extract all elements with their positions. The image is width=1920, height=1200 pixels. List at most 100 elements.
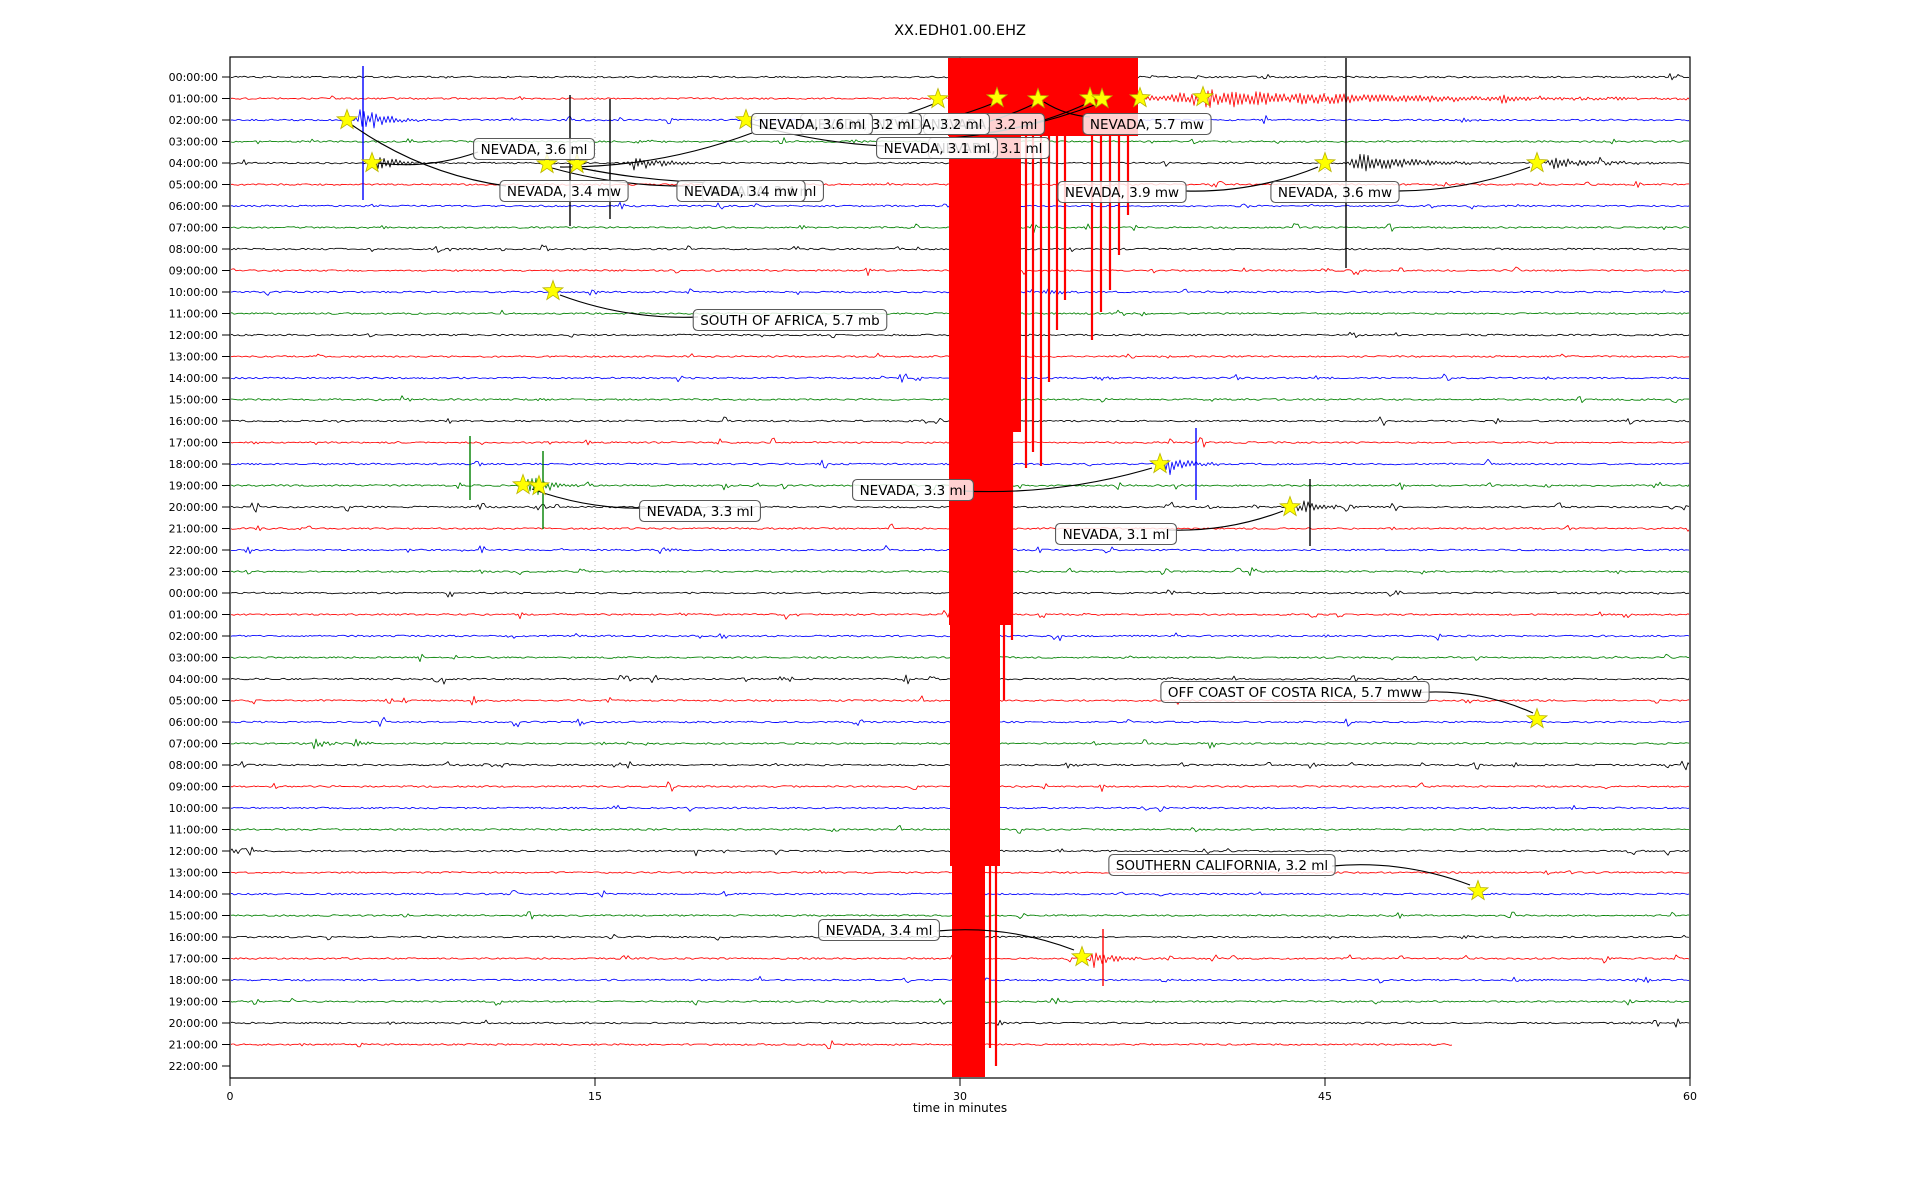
event-annotation: NEVADA, 3.1 ml (1055, 522, 1177, 546)
y-tick-label: 13:00:00 (169, 867, 218, 880)
y-tick-label: 05:00:00 (169, 695, 218, 708)
y-tick-label: 12:00:00 (169, 329, 218, 342)
event-annotation-text: NEVADA, 3.4 mw (507, 184, 621, 200)
event-annotation-text: NEVADA, 3.4 ml (826, 923, 933, 939)
y-tick-label: 11:00:00 (169, 308, 218, 321)
event-annotation: NEVADA, 3.9 mw (1057, 180, 1187, 204)
event-star-markers (335, 85, 1549, 967)
clipped-event-column (948, 58, 1138, 1077)
x-axis-label: time in minutes (913, 1101, 1007, 1115)
event-annotation-text: NEVADA, 3.6 ml (481, 142, 588, 158)
event-annotation: NEVADA, 3.4 mw (499, 179, 629, 203)
event-annotation: NEVADA, 3.3 ml (639, 499, 761, 523)
annotation-arrow-9 (1166, 510, 1284, 531)
y-tick-label: 05:00:00 (169, 179, 218, 192)
annotation-arrows (351, 101, 1534, 951)
y-tick-label: 03:00:00 (169, 652, 218, 665)
y-tick-label: 18:00:00 (169, 458, 218, 471)
y-tick-label: 04:00:00 (169, 157, 218, 170)
event-star-marker (1313, 151, 1337, 173)
y-tick-label: 16:00:00 (169, 931, 218, 944)
event-star-marker (360, 151, 384, 173)
event-annotation-text: NEVADA, 3.6 mw (1278, 185, 1392, 201)
event-star-marker (1148, 452, 1172, 474)
y-tick-label: 10:00:00 (169, 286, 218, 299)
event-annotation: NEVADA, 3.3 ml (852, 478, 974, 502)
y-tick-label: 22:00:00 (169, 1060, 218, 1073)
y-tick-label: 02:00:00 (169, 630, 218, 643)
event-star-marker (335, 108, 359, 130)
y-tick-label: 21:00:00 (169, 1039, 218, 1052)
y-tick-label: 03:00:00 (169, 136, 218, 149)
y-tick-label: 08:00:00 (169, 759, 218, 772)
x-tick-label: 0 (227, 1090, 234, 1103)
event-annotation-text: NEVADA, 3.1 ml (1063, 527, 1170, 543)
y-tick-label: 02:00:00 (169, 114, 218, 127)
event-annotation-text: NEVADA, 3.4 mw (684, 184, 798, 200)
y-tick-label: 15:00:00 (169, 910, 218, 923)
event-annotation-text: NEVADA, 3.3 ml (647, 504, 754, 520)
x-tick-label: 60 (1683, 1090, 1697, 1103)
event-annotation: NEVADA, 3.4 mw (676, 179, 806, 203)
y-tick-label: 08:00:00 (169, 243, 218, 256)
event-annotation: SOUTHERN CALIFORNIA, 3.2 ml (1108, 853, 1336, 877)
event-annotation: NEVADA, 3.6 ml (751, 112, 873, 136)
annotation-arrow-11 (1331, 864, 1471, 886)
event-annotation-text: OFF COAST OF COSTA RICA, 5.7 mww (1168, 685, 1422, 701)
clipped-column-segment-2 (950, 625, 1000, 866)
y-tick-label: 16:00:00 (169, 415, 218, 428)
y-tick-label: 06:00:00 (169, 200, 218, 213)
clipped-column-segment-1 (949, 432, 1011, 625)
y-tick-label: 09:00:00 (169, 265, 218, 278)
event-annotation-text: NEVADA, 3.6 ml (759, 117, 866, 133)
y-tick-label: 00:00:00 (169, 71, 218, 84)
y-tick-label: 06:00:00 (169, 716, 218, 729)
y-tick-label: 23:00:00 (169, 566, 218, 579)
y-tick-label: 22:00:00 (169, 544, 218, 557)
event-annotation: NEVADA, 3.1 ml (876, 136, 998, 160)
event-annotation: OFF COAST OF COSTA RICA, 5.7 mww (1160, 680, 1430, 704)
y-tick-label: 13:00:00 (169, 351, 218, 364)
y-tick-label: 21:00:00 (169, 523, 218, 536)
annotation-arrow-5 (1397, 166, 1531, 192)
x-tick-label: 15 (588, 1090, 602, 1103)
y-tick-label: 18:00:00 (169, 974, 218, 987)
clipped-column-segment-3 (952, 866, 985, 1077)
y-tick-label: 01:00:00 (169, 609, 218, 622)
y-tick-label: 17:00:00 (169, 953, 218, 966)
y-tick-label: 17:00:00 (169, 437, 218, 450)
event-annotation: NEVADA, 3.6 mw (1270, 180, 1400, 204)
y-tick-label: 04:00:00 (169, 673, 218, 686)
y-tick-label: 14:00:00 (169, 888, 218, 901)
y-tick-label: 00:00:00 (169, 587, 218, 600)
event-annotation-text: SOUTH OF AFRICA, 5.7 mb (700, 313, 880, 329)
annotation-arrow-6 (559, 294, 699, 318)
axes-frame: 00:00:00 01:00:00 02:00:00 03:00:00 04:00:00… (169, 56, 1697, 1103)
helicorder-plot: XX.EDH01.00.EHZ NEVADA, 3.2 mlNEVADA, 3.… (169, 23, 1697, 1115)
y-tick-label: 14:00:00 (169, 372, 218, 385)
event-annotation-text: NEVADA, 3.9 mw (1065, 185, 1179, 201)
y-tick-label: 09:00:00 (169, 781, 218, 794)
annotation-arrow-7 (531, 488, 653, 509)
event-annotation-text: NEVADA, 3.1 ml (884, 141, 991, 157)
event-star-marker (1278, 495, 1302, 517)
event-star-marker (1466, 879, 1490, 901)
y-tick-label: 07:00:00 (169, 738, 218, 751)
event-annotation: SOUTH OF AFRICA, 5.7 mb (692, 308, 888, 332)
y-tick-label: 15:00:00 (169, 394, 218, 407)
trace-row-45-21:00:00 (231, 1040, 1453, 1050)
event-star-marker (1525, 151, 1549, 173)
helicorder-window: { "title": "XX.EDH01.00.EHZ", "axes": { … (0, 0, 1920, 1200)
y-tick-label: 11:00:00 (169, 824, 218, 837)
annotation-arrow-10 (1412, 691, 1534, 714)
event-annotation: NEVADA, 3.6 ml (473, 137, 595, 161)
chart-title: XX.EDH01.00.EHZ (894, 23, 1026, 39)
y-tick-label: 07:00:00 (169, 222, 218, 235)
y-tick-label: 19:00:00 (169, 480, 218, 493)
event-annotation-text: NEVADA, 5.7 mw (1090, 117, 1204, 133)
event-annotation: NEVADA, 5.7 mw (1082, 112, 1212, 136)
y-tick-label: 12:00:00 (169, 845, 218, 858)
event-star-marker (1070, 945, 1094, 967)
y-tick-label: 01:00:00 (169, 93, 218, 106)
event-annotation-text: SOUTHERN CALIFORNIA, 3.2 ml (1116, 858, 1328, 874)
